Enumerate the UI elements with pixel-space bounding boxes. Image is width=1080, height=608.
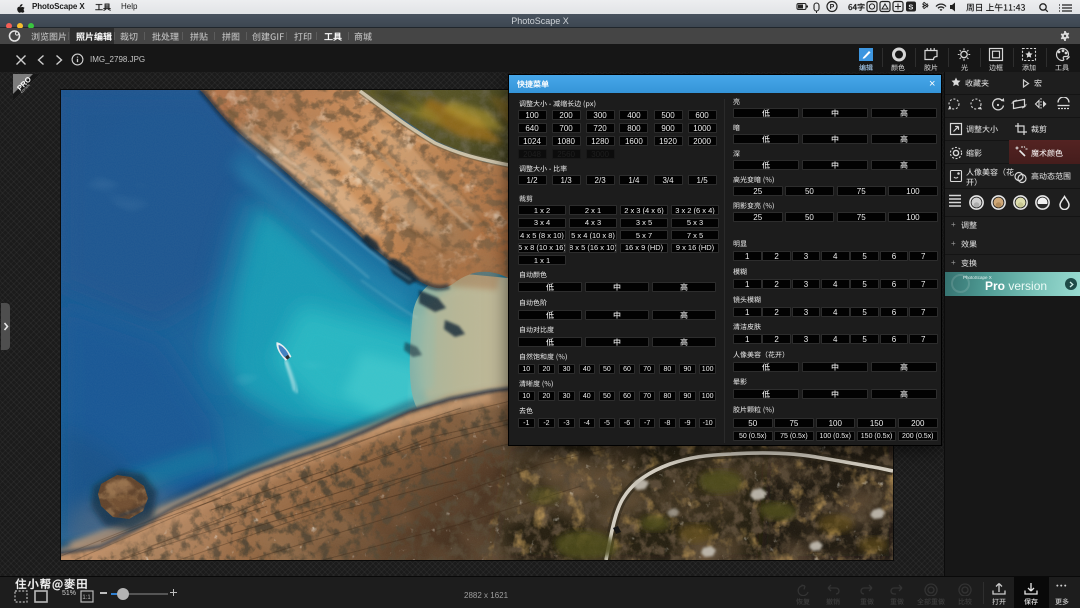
svg-text:S: S	[908, 2, 913, 11]
svg-text:P: P	[830, 4, 835, 11]
svg-text:1:1: 1:1	[82, 595, 91, 601]
